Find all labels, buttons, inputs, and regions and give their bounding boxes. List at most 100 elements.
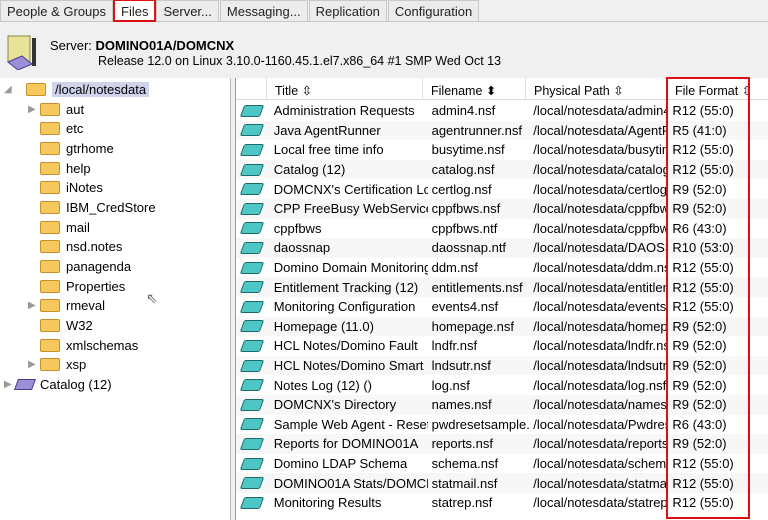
table-row[interactable]: Monitoring Configuration events4.nsf/loca… [236, 297, 768, 317]
cell-file-format: R9 (52:0) [672, 181, 727, 197]
column-header-physical-path[interactable]: Physical Path ⇳ [526, 78, 667, 100]
column-label: Title [275, 84, 299, 98]
cell-title: DOMINO01A Stats/DOMCNX [273, 475, 428, 491]
table-row[interactable]: Catalog (12) catalog.nsf/local/notesdata/… [236, 159, 768, 180]
tree-folder[interactable]: panagenda [28, 257, 131, 276]
tree-folder[interactable]: ▶ xsp [28, 355, 86, 374]
expand-arrow-icon[interactable]: ▶ [28, 359, 40, 370]
cell-title: daossnap [273, 240, 331, 256]
cell-physical-path: /local/notesdata/lndsutr.nsf [533, 358, 668, 374]
database-icon [239, 163, 264, 176]
table-row[interactable]: daossnap daossnap.ntf/local/notesdata/DAO… [236, 238, 768, 258]
cell-title: Administration Requests [273, 103, 415, 119]
tab-configuration[interactable]: Configuration [387, 0, 480, 21]
tree-root-label: /local/notesdata [52, 82, 150, 97]
tree-folder-label: panagenda [66, 258, 132, 274]
tree-folder[interactable]: gtrhome [28, 139, 114, 158]
table-row[interactable]: Sample Web Agent - Resetpwdresetsample.n… [236, 415, 768, 435]
column-label: File Format [675, 84, 739, 98]
column-label: Physical Path [534, 84, 610, 98]
cell-file-format: R6 (43:0) [672, 220, 727, 236]
cell-filename: statrep.nsf [431, 495, 493, 511]
table-row[interactable]: CPP FreeBusy WebService cppfbws.nsf/local… [236, 199, 768, 219]
cell-title: Monitoring Results [273, 495, 382, 511]
cell-physical-path: /local/notesdata/schema.nsf [533, 456, 668, 472]
cell-physical-path: /local/notesdata/catalog.nsf [533, 162, 669, 178]
tree-folder-label: iNotes [66, 180, 103, 196]
tree-folder[interactable]: xmlschemas [28, 336, 138, 355]
tree-folder-label: Properties [66, 278, 126, 294]
tree-folder[interactable]: ▶ aut [28, 100, 84, 119]
cell-physical-path: /local/notesdata/statrep.nsf [533, 495, 668, 511]
tree-folder[interactable]: mail [28, 218, 90, 237]
table-row[interactable]: HCL Notes/Domino Fault lndfr.nsf/local/no… [236, 336, 768, 356]
sort-active-icon: ⬍ [485, 84, 497, 98]
cell-filename: events4.nsf [431, 299, 499, 315]
table-row[interactable]: DOMCNX's Directory names.nsf/local/notesd… [236, 395, 768, 415]
tree-folder[interactable]: etc [28, 119, 83, 138]
tree-folder[interactable]: ▶ rmeval [28, 296, 105, 315]
table-row[interactable]: Local free time info busytime.nsf/local/n… [236, 140, 768, 160]
database-icon [239, 222, 264, 235]
table-row[interactable]: Reports for DOMINO01A reports.nsf/local/n… [236, 434, 768, 454]
table-row[interactable]: HCL Notes/Domino Smart lndsutr.nsf/local/… [236, 355, 768, 376]
server-header: Server: DOMINO01A/DOMCNX Release 12.0 on… [0, 22, 768, 77]
cell-physical-path: /local/notesdata/ddm.nsf [533, 260, 669, 276]
expand-arrow-icon[interactable]: ▶ [28, 300, 40, 311]
cell-filename: entitlements.nsf [431, 279, 523, 295]
column-header-file-format[interactable]: File Format ⇳ [667, 78, 768, 100]
table-row[interactable]: Monitoring Results statrep.nsf/local/note… [236, 493, 768, 513]
tab-files[interactable]: Files [113, 0, 157, 22]
cell-title: Local free time info [273, 142, 384, 158]
cell-title: Sample Web Agent - Reset [273, 416, 428, 432]
cell-physical-path: /local/notesdata/cppfbws.ntf [533, 220, 669, 236]
tab-people-groups[interactable]: People & Groups [0, 0, 114, 21]
cell-file-format: R12 (55:0) [672, 475, 734, 491]
tree-folder[interactable]: iNotes [28, 178, 103, 197]
table-row[interactable]: DOMINO01A Stats/DOMCNX statmail.nsf/local… [236, 473, 768, 493]
cell-title: Catalog (12) [273, 162, 346, 178]
cell-title: Reports for DOMINO01A [273, 436, 419, 452]
tree-root[interactable]: ◢ /local/notesdata [4, 80, 150, 99]
table-row[interactable]: Administration Requests admin4.nsf/local/… [236, 101, 768, 121]
tree-folder[interactable]: W32 [28, 316, 93, 335]
cell-title: DOMCNX's Directory [273, 397, 397, 413]
cell-filename: catalog.nsf [431, 162, 495, 178]
tree-catalog[interactable]: ▶ Catalog (12) [4, 375, 112, 394]
cell-file-format: R10 (53:0) [672, 240, 734, 256]
table-row[interactable]: Entitlement Tracking (12) entitlements.ns… [236, 277, 768, 297]
tree-folder[interactable]: Properties [28, 277, 125, 296]
file-list: Title ⇳ Filename ⬍ Physical Path ⇳ File … [235, 78, 768, 520]
tab-messaging[interactable]: Messaging... [219, 0, 308, 21]
cell-filename: cppfbws.nsf [431, 201, 501, 217]
cell-file-format: R12 (55:0) [672, 495, 734, 511]
table-row[interactable]: cppfbws cppfbws.ntf/local/notesdata/cppfb… [236, 219, 768, 239]
table-row[interactable]: Notes Log (12) () log.nsf/local/notesdata… [236, 375, 768, 395]
database-icon [239, 241, 264, 254]
database-icon [239, 496, 264, 509]
table-row[interactable]: Java AgentRunner agentrunner.nsf/local/no… [236, 120, 768, 141]
cell-filename: lndsutr.nsf [431, 358, 491, 374]
tree-folder[interactable]: nsd.notes [28, 237, 122, 256]
expand-arrow-icon[interactable]: ▶ [28, 104, 40, 115]
column-header-filename[interactable]: Filename ⬍ [423, 78, 526, 100]
table-row[interactable]: Homepage (11.0) homepage.nsf/local/notesd… [236, 316, 768, 337]
database-icon [239, 339, 264, 352]
cell-title: Notes Log (12) () [273, 377, 373, 393]
tree-folder-label: W32 [66, 317, 93, 333]
database-icon [239, 202, 264, 215]
table-row[interactable]: Domino Domain Monitoring ddm.nsf/local/no… [236, 258, 768, 278]
database-icon [239, 143, 264, 156]
tab-server[interactable]: Server... [156, 0, 219, 21]
table-row[interactable]: DOMCNX's Certification Log certlog.nsf/lo… [236, 179, 768, 199]
table-row[interactable]: Domino LDAP Schema schema.nsf/local/notes… [236, 454, 768, 474]
tab-replication[interactable]: Replication [308, 0, 387, 21]
cell-filename: log.nsf [431, 377, 470, 393]
database-icon [239, 261, 264, 274]
icon-column-header [236, 78, 267, 100]
expanded-arrow-icon[interactable]: ◢ [4, 84, 16, 95]
tree-folder[interactable]: IBM_CredStore [28, 198, 156, 217]
column-header-title[interactable]: Title ⇳ [267, 78, 423, 100]
folder-icon [40, 200, 60, 214]
tree-folder[interactable]: help [28, 159, 91, 178]
